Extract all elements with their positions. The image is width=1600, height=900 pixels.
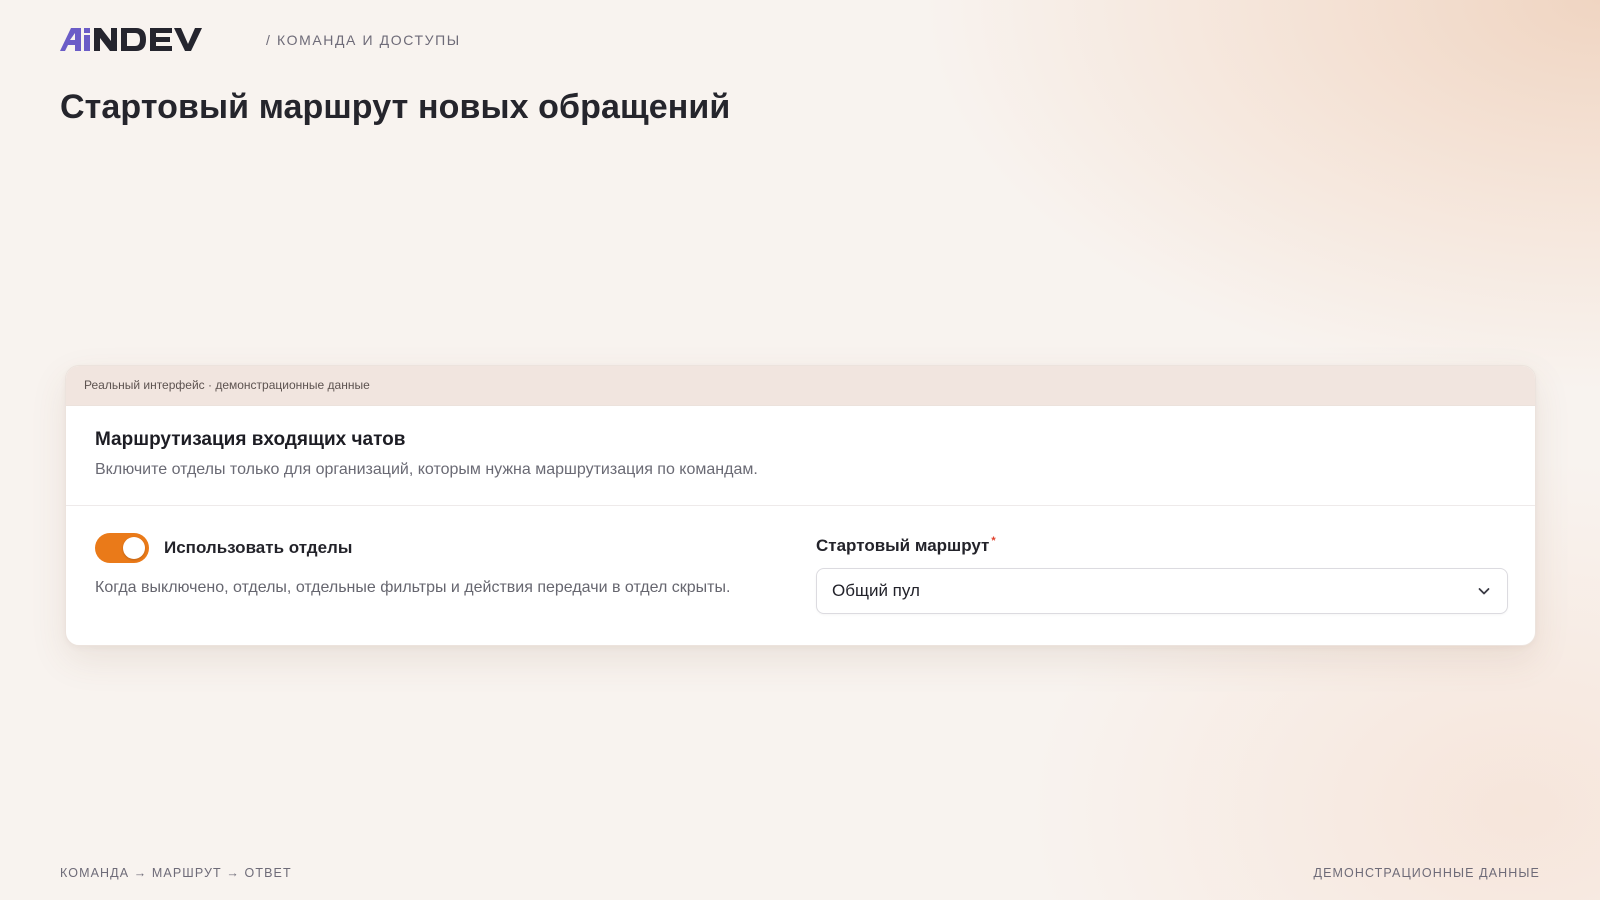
card-caption: Реальный интерфейс · демонстрационные да… [66, 366, 1535, 406]
start-route-field: Стартовый маршрут * Общий пул [816, 536, 1508, 614]
aindev-logo-mark [60, 28, 202, 51]
section-title: Маршрутизация входящих чатов [95, 429, 406, 450]
section-header: Маршрутизация входящих чатов Включите от… [66, 406, 1535, 506]
footer-demo-note: ДЕМОНСТРАЦИОННЫЕ ДАННЫЕ [1313, 866, 1540, 880]
toggle-knob [123, 537, 145, 559]
section-body: Использовать отделы Когда выключено, отд… [66, 506, 1535, 645]
footer-flow-text: КОМАНДА → МАРШРУТ → ОТВЕТ [60, 866, 292, 880]
section-description: Включите отделы только для организаций, … [95, 461, 758, 478]
use-departments-toggle[interactable] [95, 533, 149, 563]
departments-toggle-row: Использовать отделы [95, 533, 755, 563]
required-mark: * [991, 535, 996, 547]
start-route-selected-value: Общий пул [832, 581, 920, 600]
routing-settings-card: Реальный интерфейс · демонстрационные да… [65, 365, 1536, 646]
breadcrumb[interactable]: / КОМАНДА И ДОСТУПЫ [266, 32, 461, 48]
departments-setting: Использовать отделы Когда выключено, отд… [95, 533, 755, 600]
start-route-label: Стартовый маршрут [816, 536, 990, 555]
chevron-down-icon [1477, 584, 1491, 598]
page-title: Стартовый маршрут новых обращений [60, 88, 731, 126]
aindev-logo[interactable] [60, 27, 238, 53]
start-route-select[interactable]: Общий пул [816, 568, 1508, 614]
use-departments-label[interactable]: Использовать отделы [164, 538, 352, 558]
header: / КОМАНДА И ДОСТУПЫ [60, 27, 461, 53]
use-departments-hint: Когда выключено, отделы, отдельные фильт… [95, 579, 731, 596]
start-route-label-row: Стартовый маршрут * [816, 536, 1508, 556]
